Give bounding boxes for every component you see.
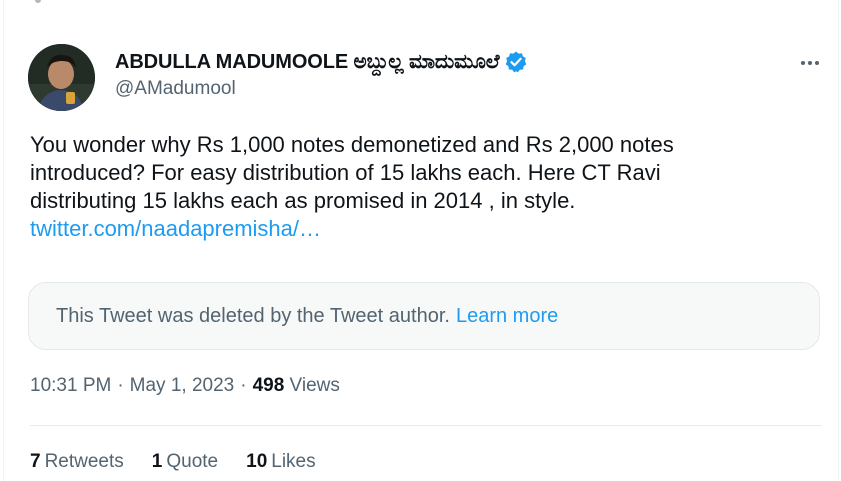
deleted-message: This Tweet was deleted by the Tweet auth… (56, 304, 450, 327)
likes-label: Likes (271, 451, 316, 472)
tweet-text: You wonder why Rs 1,000 notes demonetize… (30, 131, 820, 243)
avatar[interactable] (28, 44, 95, 111)
tweet-time[interactable]: 10:31 PM (30, 375, 111, 396)
verified-badge-icon[interactable] (504, 50, 528, 74)
likes-count: 10 (246, 451, 268, 472)
views-count[interactable]: 498 (253, 375, 285, 396)
tweet-date[interactable]: May 1, 2023 (130, 375, 235, 396)
more-options-icon[interactable] (797, 50, 823, 76)
retweets-count: 7 (30, 451, 41, 472)
author-display-name[interactable]: ABDULLA MADUMOOLE ಅಬ್ದುಲ್ಲ ಮಾದುಮೂಲೆ (115, 51, 500, 74)
learn-more-link[interactable]: Learn more (456, 305, 558, 328)
tweet-detail: ABDULLA MADUMOOLE ಅಬ್ದುಲ್ಲ ಮಾದುಮೂಲೆ @AMa… (28, 0, 823, 481)
quotes-count: 1 (151, 451, 163, 472)
tweet-text-line: You wonder why Rs 1,000 notes demonetize… (30, 132, 674, 157)
tweet-text-line: introduced? For easy distribution of 15 … (30, 160, 661, 185)
meta-separator: · (117, 375, 124, 396)
meta-separator: · (240, 375, 247, 396)
tweet-link[interactable]: twitter.com/naadapremisha/… (30, 216, 321, 241)
divider (30, 425, 822, 426)
tweet-text-line: distributing 15 lakhs each as promised i… (30, 188, 576, 213)
deleted-quote-card: This Tweet was deleted by the Tweet auth… (28, 282, 820, 350)
tweet-meta: 10:31 PM · May 1, 2023 · 498 Views (30, 375, 340, 397)
views-label[interactable]: Views (290, 375, 340, 396)
author-name-row[interactable]: ABDULLA MADUMOOLE ಅಬ್ದುಲ್ಲ ಮಾದುಮೂಲೆ (115, 50, 528, 74)
retweets-stat[interactable]: 7 Retweets (30, 451, 124, 473)
likes-stat[interactable]: 10 Likes (246, 451, 316, 473)
quotes-stat[interactable]: 1 Quote (152, 451, 218, 473)
quotes-label: Quote (166, 451, 219, 472)
tweet-stats: 7 Retweets 1 Quote 10 Likes (30, 451, 344, 473)
author-handle[interactable]: @AMadumool (115, 78, 236, 100)
timeline-right-border (838, 0, 839, 481)
retweets-label: Retweets (44, 451, 124, 472)
timeline-left-border (3, 0, 4, 481)
